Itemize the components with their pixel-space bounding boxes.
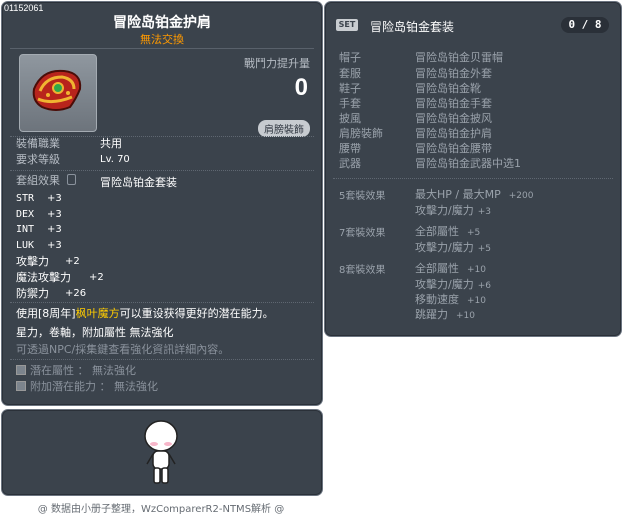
set-bonus-tier: 7套裝效果 (339, 228, 386, 239)
set-bonus-line: 攻擊力/魔力 +3 (415, 202, 491, 218)
bonus-num: +200 (508, 191, 534, 201)
set-piece-slot: 披風 (339, 112, 361, 125)
footer-credit: @ 数据由小册子整理，WzComparerR2-NTMS解析 @ (37, 504, 285, 515)
set-name: 冒险岛铂金套装 (100, 176, 177, 189)
bonus-text: 最大HP / 最大MP (415, 188, 501, 201)
set-piece-slot: 帽子 (339, 51, 361, 64)
desc-prefix: 使用[8周年] (16, 307, 76, 320)
cube-description: 使用[8周年]枫叶魔方可以重设获得更好的潜在能力。 (16, 307, 274, 320)
bonus-num: +3 (477, 207, 491, 217)
slot-badge: 肩膀裝飾 (258, 120, 310, 137)
set-piece-slot: 手套 (339, 97, 361, 110)
character-avatar (144, 420, 178, 484)
set-bonus-tier: 5套裝效果 (339, 191, 386, 202)
set-badge: SET (336, 19, 358, 31)
stat-key: INT (16, 224, 35, 235)
stat-key: 攻擊力 (16, 255, 49, 268)
bonus-num: +6 (477, 281, 491, 291)
bonus-num: +5 (477, 244, 491, 254)
set-piece-name: 冒险岛铂金外套 (415, 67, 492, 80)
stat-key: 防禦力 (16, 287, 49, 300)
power-increase-value: 0 (294, 74, 308, 101)
divider (333, 178, 613, 179)
bonus-potential-icon (16, 381, 26, 391)
item-name: 冒险岛铂金护肩 (113, 15, 211, 31)
bonus-text: 移動速度 (415, 293, 459, 306)
level-value: Lv. 70 (100, 154, 130, 165)
set-piece-name: 冒险岛铂金手套 (415, 97, 492, 110)
divider (10, 302, 314, 303)
stat-value: +3 (47, 209, 62, 220)
set-effect-label: 套組效果 (16, 174, 76, 187)
set-info-icon[interactable] (66, 174, 76, 185)
set-bonus-line: 全部屬性 +10 (415, 260, 486, 276)
set-bonus-line: 攻擊力/魔力 +6 (415, 276, 491, 292)
set-bonus-line: 移動速度 +10 (415, 291, 486, 307)
stat-value: +3 (47, 224, 62, 235)
bonus-text: 攻擊力/魔力 (415, 278, 474, 291)
bonus-text: 全部屬性 (415, 262, 459, 275)
set-effect-label-text: 套組效果 (16, 174, 60, 187)
set-bonus-line: 跳躍力 +10 (415, 306, 475, 322)
set-piece-name: 冒险岛铂金披风 (415, 112, 492, 125)
divider (10, 170, 314, 171)
stat-key: LUK (16, 240, 35, 251)
bonus-num: +10 (467, 265, 486, 275)
bonus-text: 跳躍力 (415, 308, 448, 321)
bonus-text: 攻擊力/魔力 (415, 241, 474, 254)
set-piece-slot: 武器 (339, 157, 361, 170)
set-panel: SET 冒险岛铂金套装 0 / 8 帽子 冒险岛铂金贝雷帽 套服 冒险岛铂金外套… (324, 1, 622, 337)
set-count: 0 / 8 (561, 17, 609, 33)
divider (10, 359, 314, 360)
bonus-num: +10 (456, 311, 475, 321)
set-piece-slot: 肩膀裝飾 (339, 127, 383, 140)
bonus-text: 全部屬性 (415, 225, 459, 238)
set-title: 冒险岛铂金套装 (370, 20, 455, 34)
stat-value: +2 (65, 256, 80, 267)
potential-status: 潛在屬性 ： 無法強化 (16, 364, 136, 377)
shoulder-pad-icon (32, 69, 82, 111)
item-tooltip: 01152061 冒险岛铂金护肩 無法交換 戰鬥力提升量 0 肩膀裝飾 裝備職業… (1, 1, 323, 406)
stat-key: STR (16, 193, 35, 204)
set-bonus-line: 攻擊力/魔力 +5 (415, 239, 491, 255)
potential-icon (16, 365, 26, 375)
job-label: 裝備職業 (16, 137, 60, 150)
set-piece-slot: 腰帶 (339, 142, 361, 155)
potential-text: 潛在屬性 ： 無法強化 (30, 364, 136, 377)
set-piece-name: 冒险岛铂金贝雷帽 (415, 51, 503, 64)
stat-key: DEX (16, 209, 35, 220)
character-preview-panel (1, 409, 323, 496)
set-piece-name: 冒险岛铂金腰带 (415, 142, 492, 155)
bonus-num: +10 (467, 296, 486, 306)
set-piece-slot: 鞋子 (339, 82, 361, 95)
enhance-flags: 星力，卷軸，附加屬性 無法強化 (16, 326, 174, 339)
set-bonus-line: 最大HP / 最大MP +200 (415, 186, 533, 202)
item-icon-frame (19, 54, 97, 132)
bonus-potential-status: 附加潛在能力 ： 無法強化 (16, 380, 158, 393)
set-piece-name: 冒险岛铂金靴 (415, 82, 481, 95)
stat-key: 魔法攻擊力 (16, 271, 71, 284)
desc-suffix: 可以重设获得更好的潜在能力。 (119, 307, 274, 320)
stat-value: +3 (47, 193, 62, 204)
set-piece-name: 冒险岛铂金护肩 (415, 127, 492, 140)
level-label: 要求等級 (16, 153, 60, 166)
divider (10, 48, 314, 49)
bonus-potential-text: 附加潛在能力 ： 無法強化 (30, 380, 158, 393)
bonus-text: 攻擊力/魔力 (415, 204, 474, 217)
job-value: 共用 (100, 137, 122, 150)
set-piece-slot: 套服 (339, 67, 361, 80)
enhance-hint: 可透過NPC/採集鍵查看強化資訊詳細內容。 (16, 343, 230, 356)
trade-status: 無法交換 (140, 33, 184, 46)
power-increase-label: 戰鬥力提升量 (244, 57, 310, 70)
bonus-num: +5 (467, 228, 481, 238)
desc-highlight: 枫叶魔方 (75, 307, 120, 320)
stat-value: +26 (65, 288, 87, 299)
set-piece-name: 冒险岛铂金武器中选1 (415, 157, 521, 170)
stat-value: +3 (47, 240, 62, 251)
set-bonus-tier: 8套裝效果 (339, 265, 386, 276)
stat-value: +2 (89, 272, 104, 283)
set-bonus-line: 全部屬性 +5 (415, 223, 480, 239)
